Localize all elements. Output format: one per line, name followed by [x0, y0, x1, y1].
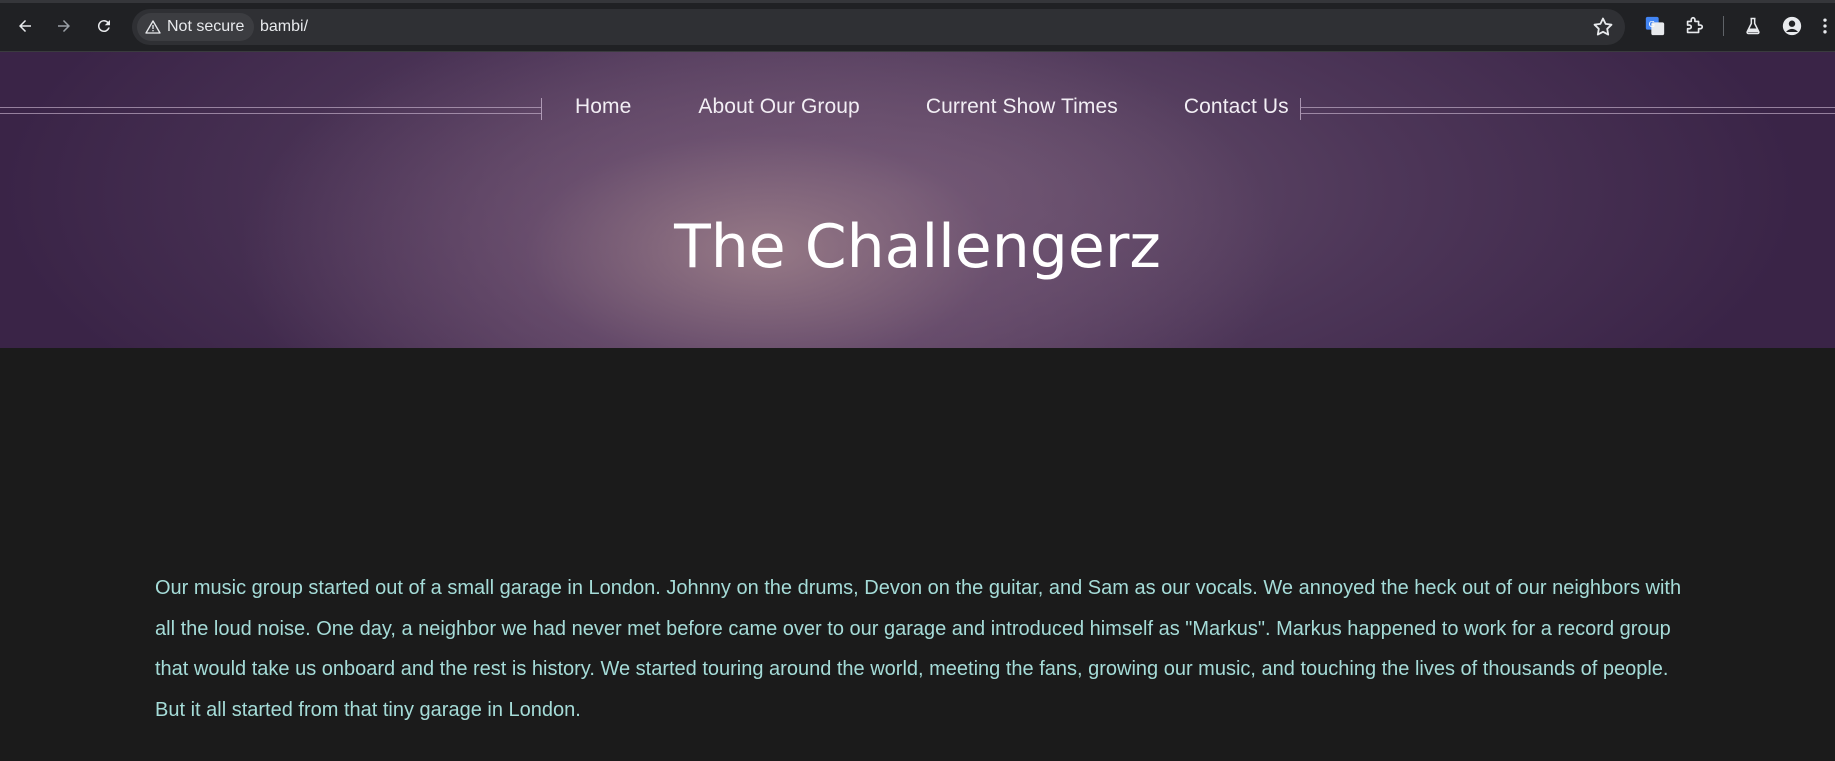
tab-strip-edge: [0, 0, 1835, 3]
nav-link-about[interactable]: About Our Group: [698, 95, 859, 119]
toolbar-divider: [1723, 16, 1724, 36]
arrow-left-icon: [19, 20, 31, 32]
nav-link-home[interactable]: Home: [575, 95, 631, 119]
url-text[interactable]: bambi/: [260, 18, 308, 36]
nav-decoration-right: [1301, 107, 1835, 114]
site-title: The Challengerz: [674, 212, 1161, 282]
nav-link-contact[interactable]: Contact Us: [1184, 95, 1289, 119]
site-header: Home About Our Group Current Show Times …: [0, 52, 1835, 348]
security-chip[interactable]: Not secure: [137, 13, 255, 41]
back-button[interactable]: [9, 10, 41, 42]
profile-button[interactable]: [1780, 14, 1804, 38]
forward-button[interactable]: [48, 10, 80, 42]
reload-icon: [97, 20, 110, 33]
svg-text:G: G: [1649, 19, 1655, 29]
kebab-menu-icon: [1823, 18, 1827, 34]
nav-link-show-times[interactable]: Current Show Times: [926, 95, 1118, 119]
nav-divider-left: [541, 98, 542, 120]
warning-triangle-icon: [145, 20, 161, 34]
arrow-right-icon: [58, 20, 70, 32]
browser-toolbar: Not secure bambi/ G: [0, 0, 1835, 52]
nav-decoration-left: [0, 107, 541, 114]
translate-button[interactable]: G: [1643, 14, 1667, 38]
star-icon[interactable]: [1591, 15, 1615, 39]
address-bar[interactable]: Not secure bambi/: [132, 9, 1625, 45]
translate-icon: G: [1645, 16, 1665, 36]
puzzle-icon: [1686, 16, 1704, 34]
labs-button[interactable]: [1741, 14, 1765, 38]
reload-button[interactable]: [88, 10, 120, 42]
person-icon: [1782, 16, 1802, 36]
menu-button[interactable]: [1818, 14, 1832, 38]
extensions-button[interactable]: [1682, 14, 1706, 38]
about-paragraph: Our music group started out of a small g…: [155, 577, 1682, 721]
flask-icon: [1746, 17, 1760, 35]
site-nav: Home About Our Group Current Show Times …: [575, 92, 1289, 122]
security-label: Not secure: [167, 18, 245, 35]
